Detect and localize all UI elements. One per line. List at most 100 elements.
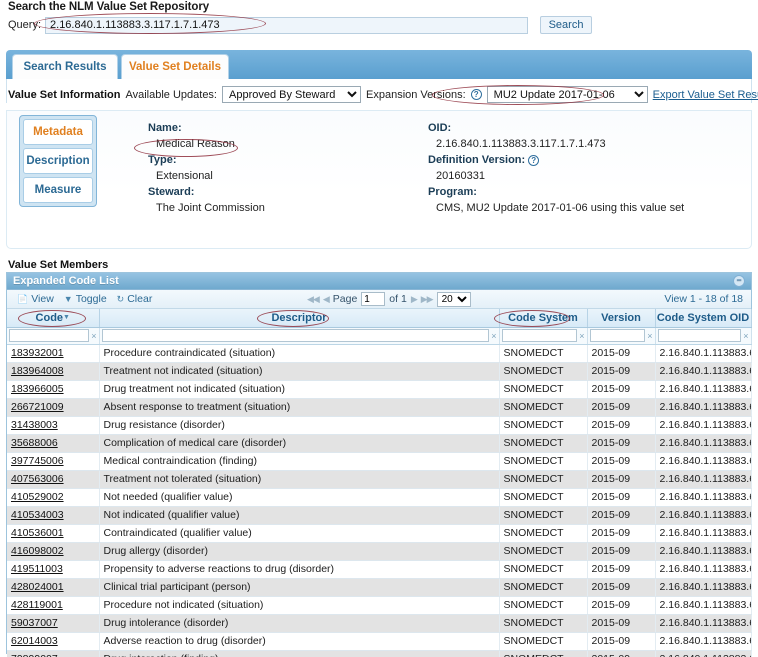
- page-size-select[interactable]: 20: [436, 291, 471, 307]
- value-set-details-page: Search the NLM Value Set Repository Quer…: [0, 0, 758, 657]
- sidebar-item-metadata[interactable]: Metadata: [23, 119, 93, 145]
- cell-code: 410534003: [7, 506, 100, 525]
- cell-code-system: SNOMEDCT: [499, 362, 588, 381]
- page-number-input[interactable]: [361, 292, 386, 306]
- column-header-version[interactable]: Version: [587, 309, 656, 328]
- column-header-descriptor[interactable]: Descriptor: [99, 309, 500, 328]
- sidebar-item-measure[interactable]: Measure: [23, 177, 93, 203]
- code-link[interactable]: 410536001: [11, 527, 64, 539]
- cell-code: 428024001: [7, 578, 100, 597]
- code-link[interactable]: 183964008: [11, 365, 64, 377]
- tab-value-set-details[interactable]: Value Set Details: [121, 54, 229, 79]
- collapse-icon[interactable]: −: [733, 275, 745, 287]
- clear-filter-icon[interactable]: ×: [743, 331, 748, 341]
- expansion-versions-label: Expansion Versions:: [366, 88, 466, 101]
- code-link[interactable]: 183966005: [11, 383, 64, 395]
- next-page-icon[interactable]: ▶: [411, 294, 418, 305]
- code-link[interactable]: 266721009: [11, 401, 64, 413]
- filter-input-version[interactable]: [589, 329, 646, 342]
- code-link[interactable]: 59037007: [11, 617, 58, 629]
- view-button[interactable]: 📄 View: [17, 293, 54, 305]
- filter-input-code[interactable]: [9, 329, 90, 342]
- cell-code-system: SNOMEDCT: [499, 560, 588, 579]
- cell-code-system: SNOMEDCT: [499, 542, 588, 561]
- code-link[interactable]: 419511003: [11, 563, 63, 575]
- definition-version-value: 20160331: [436, 170, 485, 182]
- first-page-icon[interactable]: ◀◀: [307, 294, 320, 305]
- code-link[interactable]: 428024001: [11, 581, 64, 593]
- cell-code: 397745006: [7, 452, 100, 471]
- cell-descriptor: Not indicated (qualifier value): [99, 506, 500, 525]
- code-link[interactable]: 428119001: [11, 599, 63, 611]
- expansion-version-select[interactable]: MU2 Update 2017-01-06: [486, 86, 648, 103]
- table-row: 183932001 Procedure contraindicated (situ…: [7, 344, 752, 363]
- cell-version: 2015-09: [587, 596, 656, 615]
- clear-filter-icon[interactable]: ×: [91, 331, 96, 341]
- query-input[interactable]: [45, 16, 529, 34]
- table-row: 79899007 Drug interaction (finding)SNOMED…: [7, 650, 752, 657]
- cell-code-system-oid: 2.16.840.1.113883.6.9: [655, 380, 752, 399]
- cell-code-system: SNOMEDCT: [499, 506, 588, 525]
- code-link[interactable]: 410534003: [11, 509, 64, 521]
- cell-code-system-oid: 2.16.840.1.113883.6.9: [655, 614, 752, 633]
- filter-input-code-system-oid[interactable]: [657, 329, 742, 342]
- table-row: 428024001 Clinical trial participant (per…: [7, 578, 752, 597]
- definition-version-help-icon[interactable]: ?: [528, 155, 540, 166]
- cell-code: 410536001: [7, 524, 100, 543]
- table-row: 266721009 Absent response to treatment (s…: [7, 398, 752, 417]
- available-updates-select[interactable]: Approved By Steward: [222, 86, 361, 103]
- cell-version: 2015-09: [587, 434, 656, 453]
- prev-page-icon[interactable]: ◀: [323, 294, 330, 305]
- cell-code: 31438003: [7, 416, 100, 435]
- search-button[interactable]: Search: [540, 16, 593, 34]
- table-row: 183964008 Treatment not indicated (situat…: [7, 362, 752, 381]
- clear-label: Clear: [127, 293, 153, 305]
- code-link[interactable]: 35688006: [11, 437, 58, 449]
- cell-code-system: SNOMEDCT: [499, 632, 588, 651]
- cell-version: 2015-09: [587, 578, 656, 597]
- clear-filter-icon[interactable]: ×: [647, 331, 652, 341]
- table-header-row: Code▼ Descriptor Code System Version Cod…: [7, 309, 752, 328]
- clear-filter-icon[interactable]: ×: [579, 331, 584, 341]
- code-link[interactable]: 62014003: [11, 635, 58, 647]
- code-link[interactable]: 31438003: [11, 419, 58, 431]
- code-link[interactable]: 410529002: [11, 491, 64, 503]
- definition-version-text: Definition Version:: [428, 154, 526, 166]
- filter-input-code-system[interactable]: [501, 329, 578, 342]
- clear-button[interactable]: ↻ Clear: [117, 293, 153, 305]
- cell-descriptor: Not needed (qualifier value): [99, 488, 500, 507]
- cell-code: 79899007: [7, 650, 100, 657]
- column-header-code-system-oid[interactable]: Code System OID: [655, 309, 752, 328]
- code-link[interactable]: 183932001: [11, 347, 64, 359]
- export-excel-link[interactable]: Export Value Set Results (Excel): [653, 89, 758, 101]
- code-link[interactable]: 416098002: [11, 545, 64, 557]
- clear-filter-icon[interactable]: ×: [491, 331, 496, 341]
- tab-search-results[interactable]: Search Results: [12, 54, 118, 79]
- cell-descriptor: Procedure contraindicated (situation): [99, 344, 500, 363]
- cell-code-system: SNOMEDCT: [499, 434, 588, 453]
- table-row: 59037007 Drug intolerance (disorder) SNOME…: [7, 614, 752, 633]
- table-filter-row: × × × × ×: [7, 327, 752, 345]
- document-icon: 📄: [17, 293, 29, 304]
- cell-descriptor: Medical contraindication (finding): [99, 452, 500, 471]
- column-header-code[interactable]: Code▼: [7, 309, 100, 328]
- toggle-button[interactable]: ▼ Toggle: [64, 293, 107, 305]
- program-label: Program:: [428, 186, 477, 198]
- table-row: 407563006 Treatment not tolerated (situat…: [7, 470, 752, 489]
- name-value: Medical Reason: [156, 138, 235, 150]
- last-page-icon[interactable]: ▶▶: [421, 294, 434, 305]
- cell-code: 183932001: [7, 344, 100, 363]
- help-icon[interactable]: ?: [470, 89, 482, 100]
- code-link[interactable]: 407563006: [11, 473, 64, 485]
- grid-header: Expanded Code List −: [7, 273, 751, 290]
- code-link[interactable]: 79899007: [11, 653, 58, 657]
- definition-version-label: Definition Version: ?: [428, 152, 684, 168]
- table-row: 410529002 Not needed (qualifier value) SNO…: [7, 488, 752, 507]
- filter-input-descriptor[interactable]: [101, 329, 490, 342]
- code-link[interactable]: 397745006: [11, 455, 64, 467]
- cell-version: 2015-09: [587, 632, 656, 651]
- table-row: 416098002 Drug allergy (disorder) SNOMEDCT…: [7, 542, 752, 561]
- column-header-code-system[interactable]: Code System: [499, 309, 588, 328]
- sidebar-item-description[interactable]: Description: [23, 148, 93, 174]
- cell-version: 2015-09: [587, 362, 656, 381]
